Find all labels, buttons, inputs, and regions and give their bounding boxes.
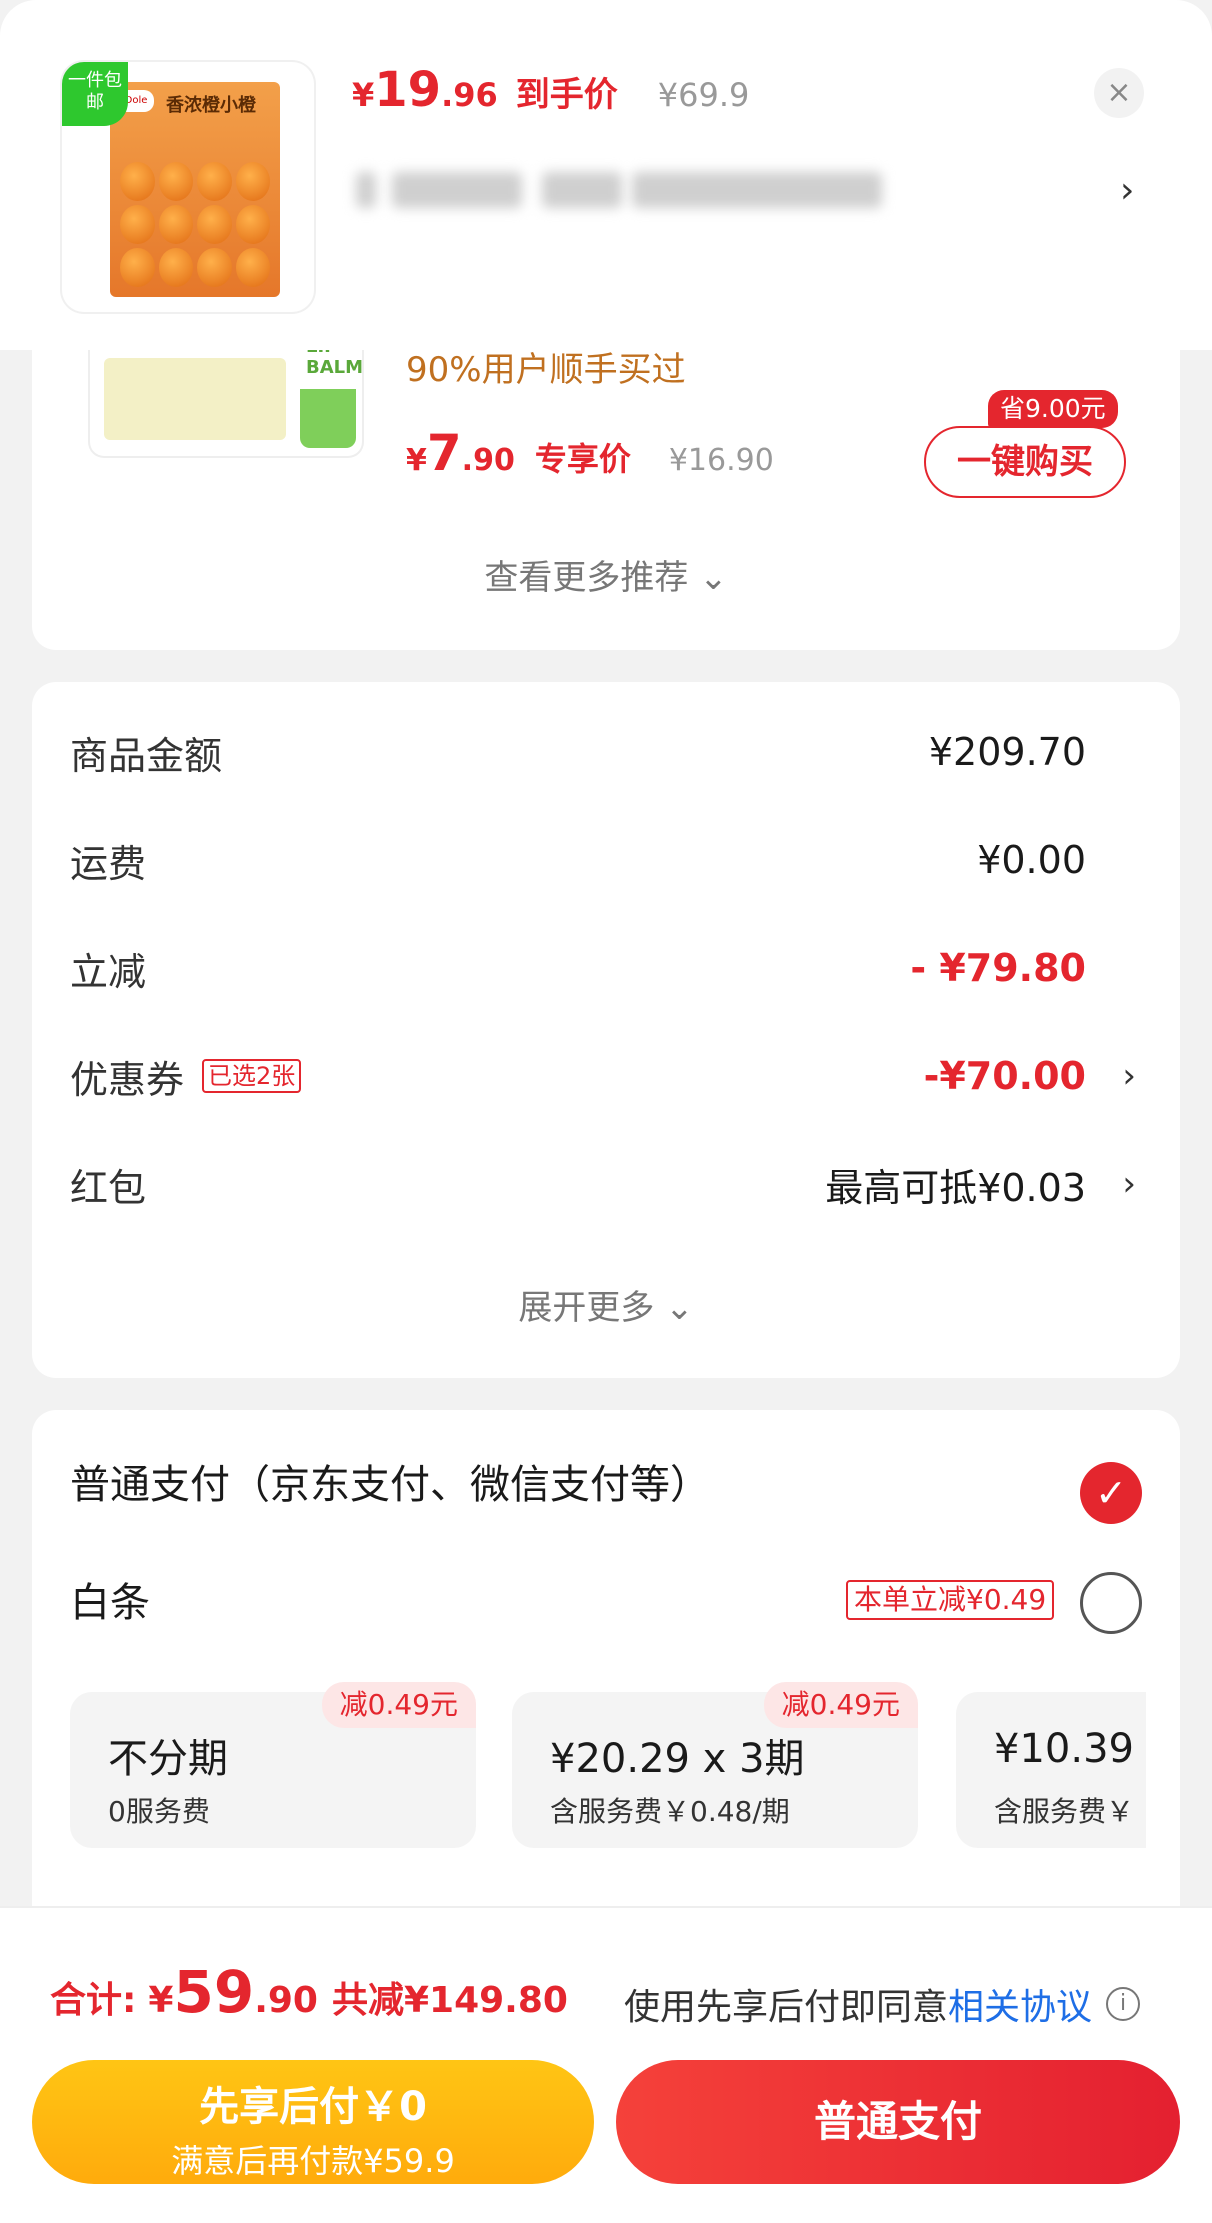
summary-value: ¥209.70 [928,730,1086,774]
original-price: ¥69.9 [657,76,750,114]
plan-title: ¥20.29 x 3期 [550,1736,805,1782]
payment-option-label: 普通支付（京东支付、微信支付等） [70,1462,710,1508]
summary-label: 优惠券 [70,1057,185,1102]
blurred-address[interactable] [352,160,992,220]
plan-title: ¥10.39 x [994,1726,1146,1772]
plan-discount-tag: 减0.49元 [321,1682,476,1728]
one-click-buy-button[interactable]: 一键购买 [924,426,1126,498]
plan-discount-tag: 减0.49元 [763,1682,918,1728]
total-label: 合计: [50,1980,137,2021]
expand-more[interactable]: 展开更多 ⌄ [32,1280,1180,1329]
summary-row-red-packet[interactable]: 红包 最高可抵¥0.03 › [70,1154,1142,1214]
product-thumbnail[interactable]: Dole 香浓橙小橙 一件包邮 [62,62,314,312]
order-summary: 商品金额 ¥209.70 运费 ¥0.00 立减 - ¥79.80 优惠券 已选… [32,682,1180,1378]
product-pack [104,358,286,440]
plan-title: 不分期 [108,1736,228,1782]
checkout-bar: 合计: ¥ 59 .90 共减¥149.80 使用先享后付即同意 相关协议 i … [0,1906,1212,2223]
summary-row-shipping: 运费 ¥0.00 [70,830,1142,890]
checkmark-icon[interactable]: ✓ [1080,1462,1142,1524]
baitiao-discount-badge: 本单立减¥0.49 [846,1580,1055,1620]
installment-plan-6[interactable]: ¥10.39 x 含服务费￥ [956,1692,1146,1848]
summary-value: ¥0.00 [977,838,1086,882]
watermark: zhizhizhi.com [1046,2188,1168,2209]
agreement-text: 使用先享后付即同意 [624,1987,949,2028]
recommend-product-image[interactable]: LIP BALM [90,350,363,456]
save-badge: 省9.00元 [988,390,1118,428]
summary-label: 红包 [70,1165,147,1210]
plan-subtitle: 含服务费￥ [994,1795,1135,1828]
recommend-price: ¥ 7 .90 专享价 ¥16.90 [406,424,774,482]
summary-row-coupons[interactable]: 优惠券 已选2张 -¥70.00 › [70,1046,1142,1106]
installment-plan-3[interactable]: ¥20.29 x 3期 含服务费￥0.48/期 减0.49元 [512,1682,918,1848]
summary-label: 立减 [70,949,147,994]
chevron-right-icon[interactable]: › [1122,1056,1136,1096]
pay-later-title: 先享后付￥0 [199,2084,427,2130]
coupon-selected-badge: 已选2张 [202,1059,302,1093]
summary-value: -¥70.00 [923,1054,1086,1098]
summary-row-goods: 商品金额 ¥209.70 [70,722,1142,782]
info-icon[interactable]: i [1106,1987,1141,2021]
original-price: ¥16.90 [668,443,774,478]
agreement-link[interactable]: 相关协议 [948,1978,1092,2030]
summary-label: 商品金额 [70,733,223,778]
payment-methods: 普通支付（京东支付、微信支付等） ✓ 白条 本单立减¥0.49 不分期 0服务费… [32,1410,1180,1910]
product-box-text: 香浓橙小橙 [166,95,256,116]
summary-value: - ¥79.80 [910,946,1086,990]
price-label: 到手价 [515,75,618,115]
installment-plan-none[interactable]: 不分期 0服务费 减0.49元 [70,1682,476,1848]
payment-option-normal[interactable]: 普通支付（京东支付、微信支付等） [70,1452,1170,1510]
chevron-right-icon[interactable]: › [1120,170,1134,211]
pay-later-button[interactable]: 先享后付￥0 满意后再付款¥59.9 [32,2060,594,2184]
total-integer: 59 [173,1958,255,2026]
product-header: Dole 香浓橙小橙 一件包邮 ¥ 19 .96 到手价 ¥69.9 × › [0,0,1212,350]
summary-row-instant-discount: 立减 - ¥79.80 [70,938,1142,998]
total-savings: 共减¥149.80 [331,1980,568,2021]
chevron-right-icon[interactable]: › [1122,1164,1136,1204]
price-decimal: .96 [441,76,498,114]
total-decimal: .90 [254,1980,318,2021]
summary-label: 运费 [70,841,147,886]
total-amount: 合计: ¥ 59 .90 共减¥149.80 [50,1958,568,2026]
price-label: 专享价 [534,440,631,478]
currency-symbol: ¥ [352,76,375,114]
close-icon[interactable]: × [1094,68,1144,118]
recommend-desc: 90%用户顺手买过 [406,350,686,390]
price-integer: 7 [426,424,462,482]
currency-symbol: ¥ [406,443,427,478]
payment-option-label: 白条 [70,1580,150,1626]
price-decimal: .90 [461,443,515,478]
free-shipping-tag: 一件包邮 [62,62,128,126]
agreement-notice: 使用先享后付即同意 相关协议 i [624,1978,1141,2030]
pay-later-subtitle: 满意后再付款¥59.9 [171,2142,455,2180]
final-price: ¥ 19 .96 到手价 ¥69.9 [352,62,749,118]
currency-symbol: ¥ [148,1980,174,2021]
product-box-image: Dole 香浓橙小橙 [110,82,280,297]
radio-unchecked-icon[interactable] [1080,1572,1142,1634]
plan-subtitle: 含服务费￥0.48/期 [550,1795,790,1828]
summary-value: 最高可抵¥0.03 [825,1165,1086,1210]
product-bottle: LIP BALM [300,350,363,448]
oranges-image [120,162,270,287]
normal-pay-button[interactable]: 普通支付 [616,2060,1180,2184]
see-more-recommendations[interactable]: 查看更多推荐 ⌄ [32,550,1180,599]
recommendation-card: LIP BALM 90%用户顺手买过 ¥ 7 .90 专享价 ¥16.90 一键… [32,350,1180,650]
price-integer: 19 [374,62,442,118]
plan-subtitle: 0服务费 [108,1795,210,1828]
